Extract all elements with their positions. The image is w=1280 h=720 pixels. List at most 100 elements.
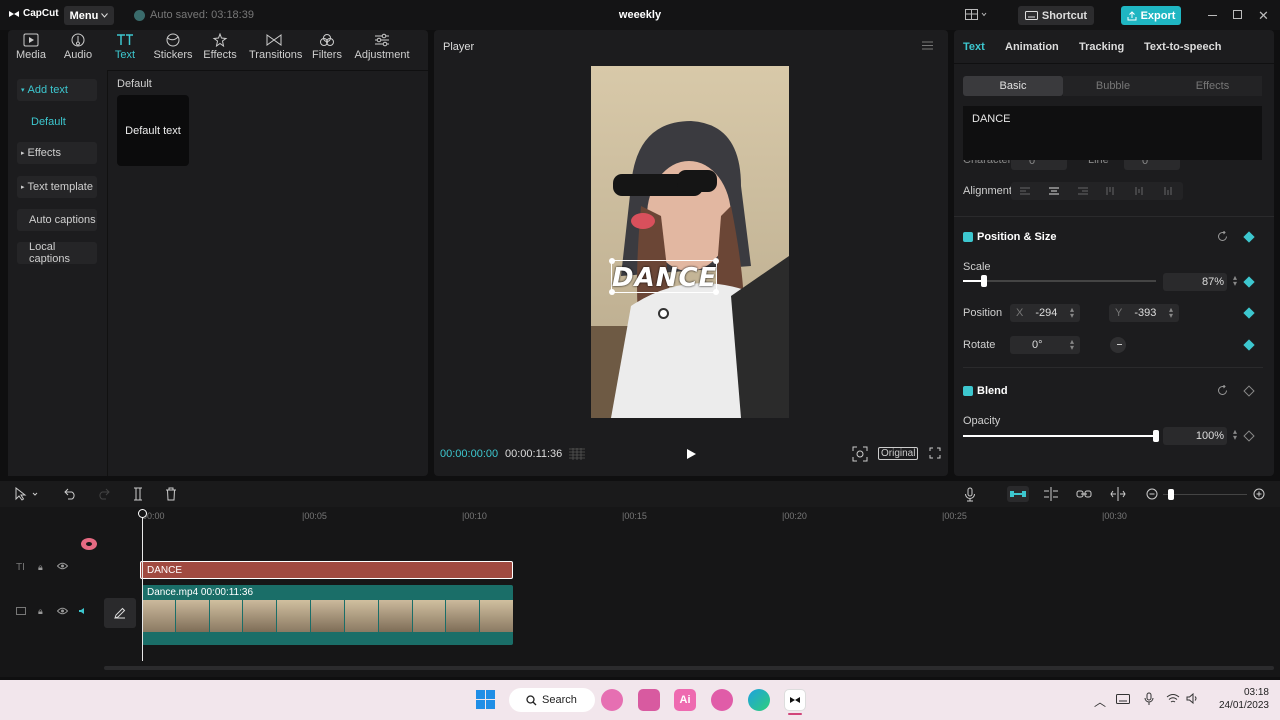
auto-snapping-icon[interactable]	[1043, 487, 1059, 501]
play-button[interactable]	[685, 448, 697, 460]
tab-text-to-speech[interactable]: Text-to-speech	[1144, 41, 1221, 53]
zoom-slider-handle[interactable]	[1168, 489, 1174, 500]
export-button[interactable]: Export	[1121, 6, 1181, 25]
tab-tracking[interactable]: Tracking	[1079, 41, 1124, 53]
keyframe-icon[interactable]	[1243, 339, 1255, 351]
blend-checkbox[interactable]	[963, 386, 973, 396]
wifi-icon[interactable]	[1166, 693, 1180, 704]
timeline-scrollbar[interactable]	[104, 666, 1274, 670]
sidebar-item-default[interactable]: Default	[17, 111, 97, 133]
tab-text[interactable]: Text	[963, 41, 985, 53]
microphone-tray-icon[interactable]	[1144, 692, 1154, 706]
rotate-stepper[interactable]: ▴ ▾	[1070, 338, 1074, 352]
minimize-button[interactable]	[1208, 15, 1217, 16]
playhead-handle[interactable]	[138, 509, 147, 518]
keyframe-icon[interactable]	[1243, 231, 1255, 243]
edge-icon[interactable]	[748, 689, 770, 711]
zoom-slider[interactable]	[1163, 489, 1247, 500]
keyframe-icon[interactable]	[1243, 307, 1255, 319]
audio-toggle-icon[interactable]	[78, 607, 86, 615]
expand-icon[interactable]	[929, 447, 941, 459]
player-menu-icon[interactable]	[922, 41, 933, 50]
taskbar-app-icon[interactable]	[638, 689, 660, 711]
eye-icon[interactable]	[57, 607, 68, 615]
opacity-input[interactable]: 100%	[1163, 427, 1227, 445]
undo-icon[interactable]	[64, 488, 77, 500]
sidebar-item-auto-captions[interactable]: Auto captions	[17, 209, 97, 231]
delete-icon[interactable]	[165, 487, 177, 501]
sidebar-item-local-captions[interactable]: Local captions	[17, 241, 97, 265]
sidebar-item-add-text[interactable]: ▾ Add text	[17, 79, 97, 101]
timeline-grid-icon[interactable]	[568, 448, 586, 460]
reset-icon[interactable]	[1217, 231, 1228, 242]
capcut-taskbar-icon[interactable]	[784, 689, 806, 711]
scale-input[interactable]: 87%	[1163, 273, 1227, 291]
taskbar-app-icon[interactable]	[601, 689, 623, 711]
preview-axis-icon[interactable]	[1110, 487, 1126, 501]
timeline[interactable]: 00:00 |00:05 |00:10 |00:15 |00:20 |00:25…	[0, 507, 1280, 677]
tool-media[interactable]: Media	[6, 33, 56, 61]
tool-stickers[interactable]: Stickers	[148, 33, 198, 61]
tool-effects[interactable]: Effects	[195, 33, 245, 61]
text-clip[interactable]: DANCE	[140, 561, 513, 579]
scale-slider[interactable]	[963, 275, 1156, 287]
windows-start-icon[interactable]	[476, 690, 495, 709]
keyframe-icon[interactable]	[1243, 385, 1255, 397]
lock-icon[interactable]: 🔒︎	[38, 562, 43, 573]
layout-icon[interactable]	[965, 9, 987, 21]
illustrator-icon[interactable]: Ai	[674, 689, 696, 711]
fullscreen-focus-icon[interactable]	[852, 446, 868, 462]
playhead[interactable]	[138, 509, 147, 661]
scale-stepper[interactable]: ▴ ▾	[1233, 274, 1237, 288]
select-tool-icon[interactable]	[15, 487, 39, 501]
menu-button[interactable]: Menu	[64, 6, 114, 25]
close-button[interactable]: ✕	[1258, 8, 1269, 24]
split-icon[interactable]	[132, 487, 144, 501]
x-stepper[interactable]: ▴ ▾	[1070, 306, 1074, 320]
taskbar-search[interactable]: Search	[509, 688, 595, 712]
tool-text[interactable]: Text	[100, 33, 150, 61]
chevron-up-icon[interactable]: ︿	[1094, 693, 1106, 710]
taskbar-clock[interactable]: 03:18 24/01/2023	[1217, 686, 1269, 712]
text-overlay-selection[interactable]: DANCE	[609, 258, 719, 295]
subtab-effects[interactable]: Effects	[1163, 76, 1262, 96]
subtab-basic[interactable]: Basic	[963, 76, 1063, 96]
zoom-out-icon[interactable]	[1146, 488, 1158, 500]
position-size-checkbox[interactable]	[963, 232, 973, 242]
zoom-in-icon[interactable]	[1253, 488, 1265, 500]
keyboard-icon[interactable]	[1116, 694, 1130, 704]
ratio-button[interactable]: Original	[878, 447, 919, 460]
y-stepper[interactable]: ▴ ▾	[1169, 306, 1173, 320]
video-clip[interactable]: Dance.mp4 00:00:11:36	[142, 585, 513, 645]
keyframe-icon[interactable]	[1243, 430, 1255, 442]
opacity-slider[interactable]	[963, 430, 1159, 442]
scale-slider-handle[interactable]	[981, 275, 988, 287]
linkage-icon[interactable]	[1076, 488, 1092, 500]
tool-adjustment[interactable]: Adjustment	[353, 33, 411, 61]
reset-icon[interactable]	[1217, 385, 1228, 396]
subtab-bubble[interactable]: Bubble	[1063, 76, 1163, 96]
tab-animation[interactable]: Animation	[1005, 41, 1059, 53]
opacity-stepper[interactable]: ▴ ▾	[1233, 428, 1237, 442]
lock-icon[interactable]: 🔒︎	[38, 606, 43, 617]
maximize-button[interactable]	[1233, 10, 1242, 19]
shortcut-button[interactable]: Shortcut	[1018, 6, 1094, 25]
redo-icon[interactable]	[97, 488, 110, 500]
time-ruler[interactable]: 00:00 |00:05 |00:10 |00:15 |00:20 |00:25…	[142, 507, 1280, 523]
sidebar-item-effects[interactable]: ▸ Effects	[17, 142, 97, 164]
opacity-slider-handle[interactable]	[1153, 430, 1159, 442]
main-track-magnet-icon[interactable]	[1007, 486, 1029, 502]
cover-edit-button[interactable]	[104, 598, 136, 628]
discord-icon[interactable]	[711, 689, 733, 711]
rotate-handle-icon[interactable]	[658, 308, 669, 319]
default-text-card[interactable]: Default text	[117, 95, 189, 166]
sidebar-item-text-template[interactable]: ▸ Text template	[17, 176, 97, 198]
tool-audio[interactable]: Audio	[53, 33, 103, 61]
microphone-icon[interactable]	[964, 487, 976, 502]
tool-filters[interactable]: Filters	[302, 33, 352, 61]
video-preview[interactable]	[591, 66, 789, 418]
volume-icon[interactable]	[1186, 693, 1200, 704]
eye-icon[interactable]	[57, 562, 68, 570]
rotate-dial-icon[interactable]	[1110, 337, 1126, 353]
keyframe-icon[interactable]	[1243, 276, 1255, 288]
